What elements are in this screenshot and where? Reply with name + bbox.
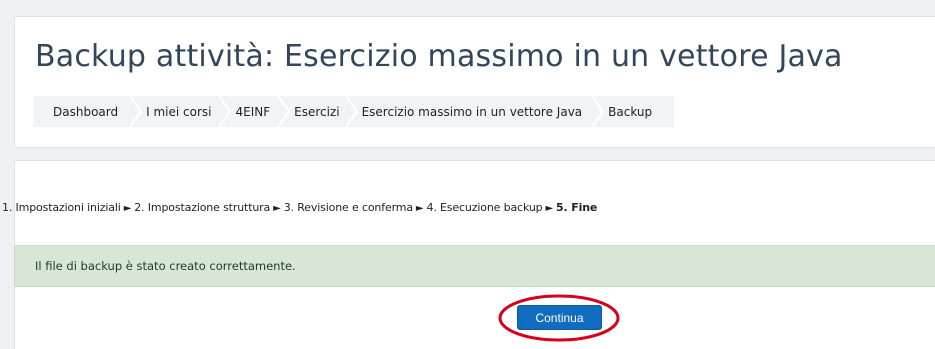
breadcrumb-separator-icon xyxy=(219,96,232,127)
breadcrumb-separator-icon xyxy=(278,96,291,127)
step-item: 4. Esecuzione backup xyxy=(426,201,543,214)
step-arrow-icon: ► xyxy=(123,203,132,214)
breadcrumb-separator-icon xyxy=(345,96,358,127)
step-item: 1. Impostazioni iniziali xyxy=(2,201,121,214)
step-item: 3. Revisione e conferma xyxy=(283,201,413,214)
success-alert-message: Il file di backup è stato creato corrett… xyxy=(35,259,296,273)
breadcrumb: Dashboard I miei corsi 4EINF Esercizi Es… xyxy=(33,96,675,127)
breadcrumb-label: Esercizio massimo in un vettore Java xyxy=(361,104,583,119)
breadcrumb-item-dashboard[interactable]: Dashboard xyxy=(33,96,143,127)
breadcrumb-label: Dashboard xyxy=(53,104,119,119)
breadcrumb-item-course[interactable]: 4EINF xyxy=(225,96,291,127)
step-arrow-icon: ► xyxy=(545,203,554,214)
breadcrumb-separator-icon xyxy=(592,96,605,127)
breadcrumb-item-section[interactable]: Esercizi xyxy=(284,96,358,127)
breadcrumb-item-backup[interactable]: Backup xyxy=(598,96,674,127)
breadcrumb-item-my-courses[interactable]: I miei corsi xyxy=(136,96,232,127)
backup-progress-steps: 1. Impostazioni iniziali ► 2. Impostazione… xyxy=(2,201,597,214)
breadcrumb-label: 4EINF xyxy=(235,104,271,119)
step-item-current: 5. Fine xyxy=(556,201,598,214)
breadcrumb-label: I miei corsi xyxy=(146,104,212,119)
page-header-card: Backup attività: Esercizio massimo in un… xyxy=(14,16,935,148)
breadcrumb-item-activity[interactable]: Esercizio massimo in un vettore Java xyxy=(352,96,605,127)
step-arrow-icon: ► xyxy=(273,203,281,214)
breadcrumb-label: Backup xyxy=(608,104,653,119)
continue-button[interactable]: Continua xyxy=(517,305,602,330)
success-alert: Il file di backup è stato creato corrett… xyxy=(14,245,935,287)
breadcrumb-label: Esercizi xyxy=(294,104,340,119)
step-arrow-icon: ► xyxy=(415,203,424,214)
step-item: 2. Impostazione struttura xyxy=(134,201,271,214)
page-title: Backup attività: Esercizio massimo in un… xyxy=(35,39,843,74)
breadcrumb-separator-icon xyxy=(130,96,143,127)
